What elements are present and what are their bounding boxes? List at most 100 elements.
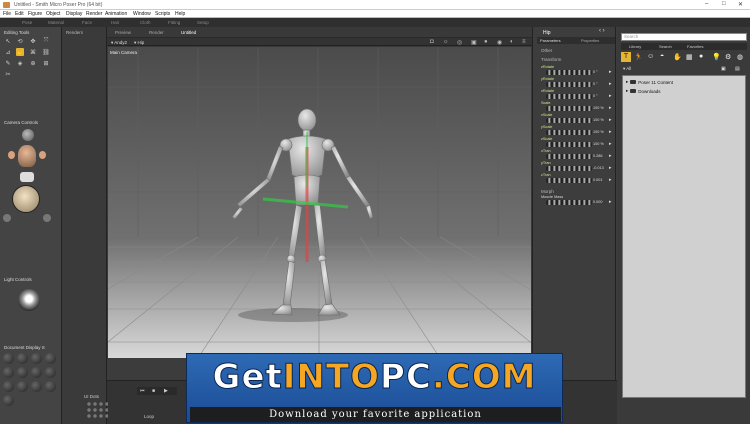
cameras-category-icon[interactable]: ⚙ xyxy=(725,53,731,61)
param-dial[interactable] xyxy=(546,70,592,75)
camera-move-icon[interactable] xyxy=(3,214,11,222)
group-transform[interactable]: Transform xyxy=(541,57,561,62)
display-style-extra-icon[interactable] xyxy=(3,395,14,406)
param-dial[interactable] xyxy=(546,200,592,205)
menu-animation[interactable]: Animation xyxy=(105,11,127,17)
menu-edit[interactable]: Edit xyxy=(15,11,24,17)
param-row[interactable]: yScale 100 % ▸ xyxy=(539,125,615,137)
param-value[interactable]: -0.013 xyxy=(593,166,604,170)
menu-object[interactable]: Object xyxy=(46,11,60,17)
menu-scripts[interactable]: Scripts xyxy=(155,11,170,17)
param-arrow-icon[interactable]: ▸ xyxy=(609,177,612,183)
scale-tool-icon[interactable]: ⊿ xyxy=(4,48,12,56)
param-nav-icon[interactable]: ‹ › xyxy=(599,28,605,34)
display-style-hidden-line-icon[interactable] xyxy=(45,353,56,364)
room-face[interactable]: Face xyxy=(82,20,92,25)
color-tool-icon[interactable]: ✎ xyxy=(4,59,12,67)
library-item-poser-content[interactable]: ▸ Poser 11 Content xyxy=(626,79,673,85)
tab-render[interactable]: Render xyxy=(149,30,164,35)
param-row[interactable]: yTran -0.013 ▸ xyxy=(539,161,615,173)
menu-help[interactable]: Help xyxy=(175,11,185,17)
props-category-icon[interactable]: ▦ xyxy=(686,53,693,61)
param-value[interactable]: 100 % xyxy=(593,118,604,122)
figure-dropdown[interactable]: ▾ Andy2 xyxy=(111,40,127,46)
param-dial[interactable] xyxy=(546,142,592,147)
light-icon[interactable]: ☼ xyxy=(443,39,449,45)
param-row[interactable]: Muscle Mass 0.000 ▸ xyxy=(539,195,615,207)
select-tool-icon[interactable]: ↖ xyxy=(4,37,12,45)
materials-category-icon[interactable]: ◍ xyxy=(737,53,743,61)
camera-icon[interactable]: ◘ xyxy=(430,39,434,45)
poses-category-icon[interactable]: 🏃 xyxy=(634,53,643,61)
param-dial[interactable] xyxy=(546,178,592,183)
param-value[interactable]: 0.286 xyxy=(593,154,603,158)
library-search-input[interactable]: Search xyxy=(621,33,747,41)
view-magnifier-icon[interactable]: ⊕ xyxy=(29,59,37,67)
display-icon[interactable]: ◎ xyxy=(457,39,462,46)
param-row[interactable]: xTran 0.286 ▸ xyxy=(539,149,615,161)
param-value[interactable]: 0 ° xyxy=(593,94,598,98)
group-other[interactable]: Other xyxy=(541,48,552,53)
param-row[interactable]: xRotate 0 ° ▸ xyxy=(539,89,615,101)
maximize-button[interactable]: □ xyxy=(722,1,726,7)
hands-category-icon[interactable]: ✋ xyxy=(673,53,682,61)
param-row[interactable]: zScale 100 % ▸ xyxy=(539,137,615,149)
tab-preview[interactable]: Preview xyxy=(115,30,131,35)
param-arrow-icon[interactable]: ▸ xyxy=(609,69,612,75)
menu-window[interactable]: Window xyxy=(133,11,151,17)
minimize-button[interactable]: – xyxy=(705,1,708,7)
room-setup[interactable]: Setup xyxy=(197,20,209,25)
display-style-outline-icon[interactable] xyxy=(17,353,28,364)
chain-break-tool-icon[interactable]: ⛓ xyxy=(42,48,50,56)
room-hair[interactable]: Hair xyxy=(111,20,119,25)
param-value[interactable]: 0.000 xyxy=(593,200,603,204)
display-style-flat-lined-icon[interactable] xyxy=(31,367,42,378)
menu-display[interactable]: Display xyxy=(66,11,82,17)
hair-category-icon[interactable]: ◓ xyxy=(660,53,664,60)
ui-dots-grid[interactable] xyxy=(86,401,108,419)
rewind-icon[interactable]: ⏮ xyxy=(140,388,145,394)
param-dial[interactable] xyxy=(546,82,592,87)
lights-category-icon[interactable]: ● xyxy=(699,53,703,60)
grouping-tool-icon[interactable]: ◈ xyxy=(16,59,24,67)
param-arrow-icon[interactable]: ▸ xyxy=(609,165,612,171)
library-filter-dropdown[interactable]: ▾ All xyxy=(623,66,631,72)
param-value[interactable]: 100 % xyxy=(593,142,604,146)
param-dial[interactable] xyxy=(546,118,592,123)
display-style-flat-shaded-icon[interactable] xyxy=(17,367,28,378)
figures-category-icon[interactable]: T xyxy=(621,52,631,62)
param-dial[interactable] xyxy=(546,106,592,111)
display-style-cartoon-icon[interactable] xyxy=(45,367,56,378)
param-row[interactable]: zRotate 0 ° ▸ xyxy=(539,65,615,77)
left-hand-camera-icon[interactable] xyxy=(8,151,15,159)
library-item-downloads[interactable]: ▸ Downloads xyxy=(626,88,661,94)
translate-tool-icon[interactable]: ⤧ xyxy=(42,37,50,45)
library-add-icon[interactable]: ▣ xyxy=(721,66,726,72)
expand-icon[interactable]: ▸ xyxy=(626,79,628,85)
menu-file[interactable]: File xyxy=(3,11,11,17)
display-style-smooth-lined-icon[interactable] xyxy=(17,381,28,392)
param-arrow-icon[interactable]: ▸ xyxy=(609,105,612,111)
param-arrow-icon[interactable]: ▸ xyxy=(609,117,612,123)
display-style-wireframe-icon[interactable] xyxy=(31,353,42,364)
room-pose[interactable]: Pose xyxy=(22,20,32,25)
3d-viewport[interactable]: Main Camera xyxy=(108,47,531,358)
taper-tool-icon[interactable]: ⌘ xyxy=(29,48,37,56)
display-style-smooth-shaded-icon[interactable] xyxy=(3,381,14,392)
actor-dropdown[interactable]: ▾ Hip xyxy=(134,40,144,46)
param-arrow-icon[interactable]: ▸ xyxy=(609,93,612,99)
options-icon[interactable]: ◉ xyxy=(497,39,502,46)
loop-toggle[interactable]: Loop xyxy=(144,414,154,419)
param-arrow-icon[interactable]: ▸ xyxy=(609,141,612,147)
param-dial[interactable] xyxy=(546,94,592,99)
display-style-preview-icon[interactable] xyxy=(45,381,56,392)
param-value[interactable]: 0 ° xyxy=(593,82,598,86)
tab-parameters[interactable]: Parameters xyxy=(540,38,561,43)
display-style-lit-wireframe-icon[interactable] xyxy=(3,367,14,378)
param-arrow-icon[interactable]: ▸ xyxy=(609,199,612,205)
camera-select-icon[interactable] xyxy=(20,172,34,182)
preview-icon[interactable]: ● xyxy=(484,39,488,45)
move-tool-icon[interactable]: ✥ xyxy=(29,37,37,45)
library-view-icon[interactable]: ▤ xyxy=(735,66,740,72)
camera-zoom-icon[interactable] xyxy=(43,214,51,222)
